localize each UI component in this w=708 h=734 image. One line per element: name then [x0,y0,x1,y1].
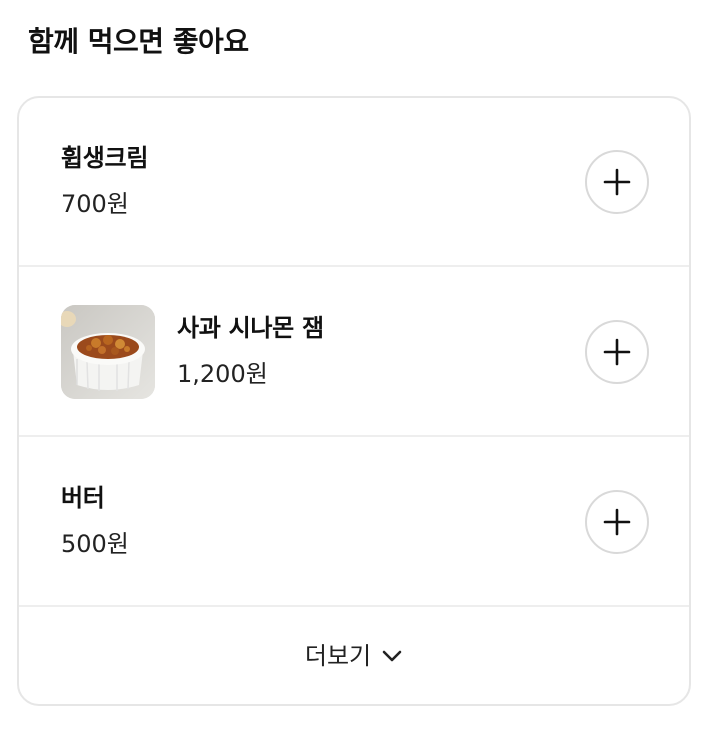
plus-icon [603,168,631,196]
addon-item: 사과 시나몬 잼 1,200원 [19,268,689,437]
addon-item-name: 휩생크림 [61,144,149,172]
add-item-button[interactable] [585,320,649,384]
add-item-button[interactable] [585,150,649,214]
addon-item-name: 버터 [61,484,105,512]
section-title: 함께 먹으면 좋아요 [28,25,249,58]
plus-icon [603,508,631,536]
chevron-down-icon [382,650,402,662]
addon-item-price: 500원 [61,530,129,558]
addon-list-card: 휩생크림 700원 사과 시나몬 잼 1,200원 버터 500원 더보기 [17,96,691,706]
plus-icon [603,338,631,366]
addon-item-price: 1,200원 [177,360,268,388]
addon-item-info: 사과 시나몬 잼 1,200원 [177,312,324,390]
show-more-button[interactable]: 더보기 [19,608,689,704]
addon-item-info: 휩생크림 700원 [61,142,148,220]
show-more-label: 더보기 [304,642,372,670]
add-item-button[interactable] [585,490,649,554]
addon-item: 휩생크림 700원 [19,98,689,267]
addon-item: 버터 500원 [19,438,689,607]
addon-item-name: 사과 시나몬 잼 [177,314,324,342]
apple-cinnamon-jam-image [61,305,155,399]
addon-item-info: 버터 500원 [61,482,129,560]
addon-item-price: 700원 [61,190,129,218]
